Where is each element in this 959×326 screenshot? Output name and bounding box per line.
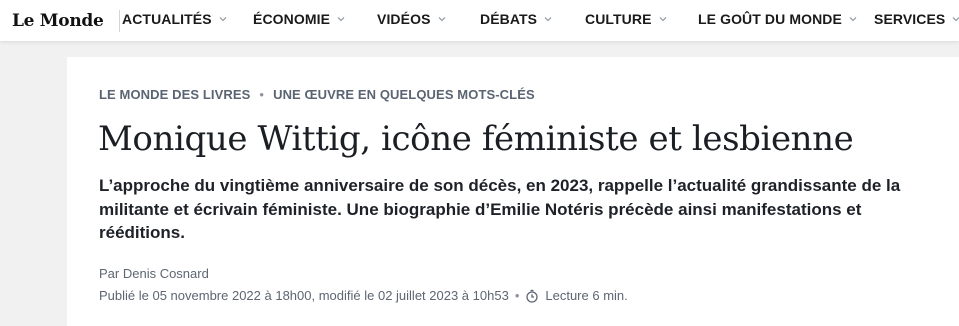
article-meta: Publié le 05 novembre 2022 à 18h00, modi… — [99, 288, 628, 303]
nav-item-label: ÉCONOMIE — [253, 11, 331, 27]
nav-item-actualites[interactable]: ACTUALITÉS — [122, 0, 228, 38]
nav-item-le-gout-du-monde[interactable]: LE GOÛT DU MONDE — [698, 0, 858, 38]
nav-item-label: SERVICES — [874, 11, 946, 27]
breadcrumb: LE MONDE DES LIVRES • UNE ŒUVRE EN QUELQ… — [99, 87, 535, 102]
nav-item-economie[interactable]: ÉCONOMIE — [253, 0, 346, 38]
breadcrumb-separator: • — [259, 87, 265, 102]
le-monde-logo[interactable]: Le Monde — [0, 9, 120, 32]
breadcrumb-series-link[interactable]: UNE ŒUVRE EN QUELQUES MOTS-CLÉS — [273, 87, 535, 102]
chevron-down-icon — [848, 14, 858, 24]
publication-date: Publié le 05 novembre 2022 à 18h00, modi… — [99, 288, 509, 303]
nav-item-culture[interactable]: CULTURE — [585, 0, 668, 38]
reading-time: Lecture 6 min. — [545, 288, 628, 303]
chevron-down-icon — [543, 14, 553, 24]
nav-item-label: ACTUALITÉS — [122, 11, 212, 27]
chevron-down-icon — [951, 14, 959, 24]
top-navigation: Le Monde ACTUALITÉS ÉCONOMIE VIDÉOS DÉBA… — [0, 0, 959, 41]
author-byline[interactable]: Par Denis Cosnard — [99, 266, 209, 281]
breadcrumb-section-link[interactable]: LE MONDE DES LIVRES — [99, 87, 250, 102]
nav-item-debats[interactable]: DÉBATS — [480, 0, 553, 38]
chevron-down-icon — [658, 14, 668, 24]
nav-item-label: VIDÉOS — [377, 11, 431, 27]
chevron-down-icon — [437, 14, 447, 24]
clock-icon — [525, 289, 539, 303]
article-title: Monique Wittig, icône féministe et lesbi… — [98, 119, 854, 159]
nav-item-services[interactable]: SERVICES — [874, 0, 959, 38]
nav-item-label: LE GOÛT DU MONDE — [698, 11, 842, 27]
chevron-down-icon — [336, 14, 346, 24]
chevron-down-icon — [218, 14, 228, 24]
meta-separator: • — [514, 288, 520, 303]
article-header: LE MONDE DES LIVRES • UNE ŒUVRE EN QUELQ… — [67, 57, 959, 326]
nav-item-videos[interactable]: VIDÉOS — [377, 0, 447, 38]
article-lead: L’approche du vingtième anniversaire de … — [99, 176, 901, 242]
nav-item-label: DÉBATS — [480, 11, 538, 27]
nav-item-label: CULTURE — [585, 11, 652, 27]
